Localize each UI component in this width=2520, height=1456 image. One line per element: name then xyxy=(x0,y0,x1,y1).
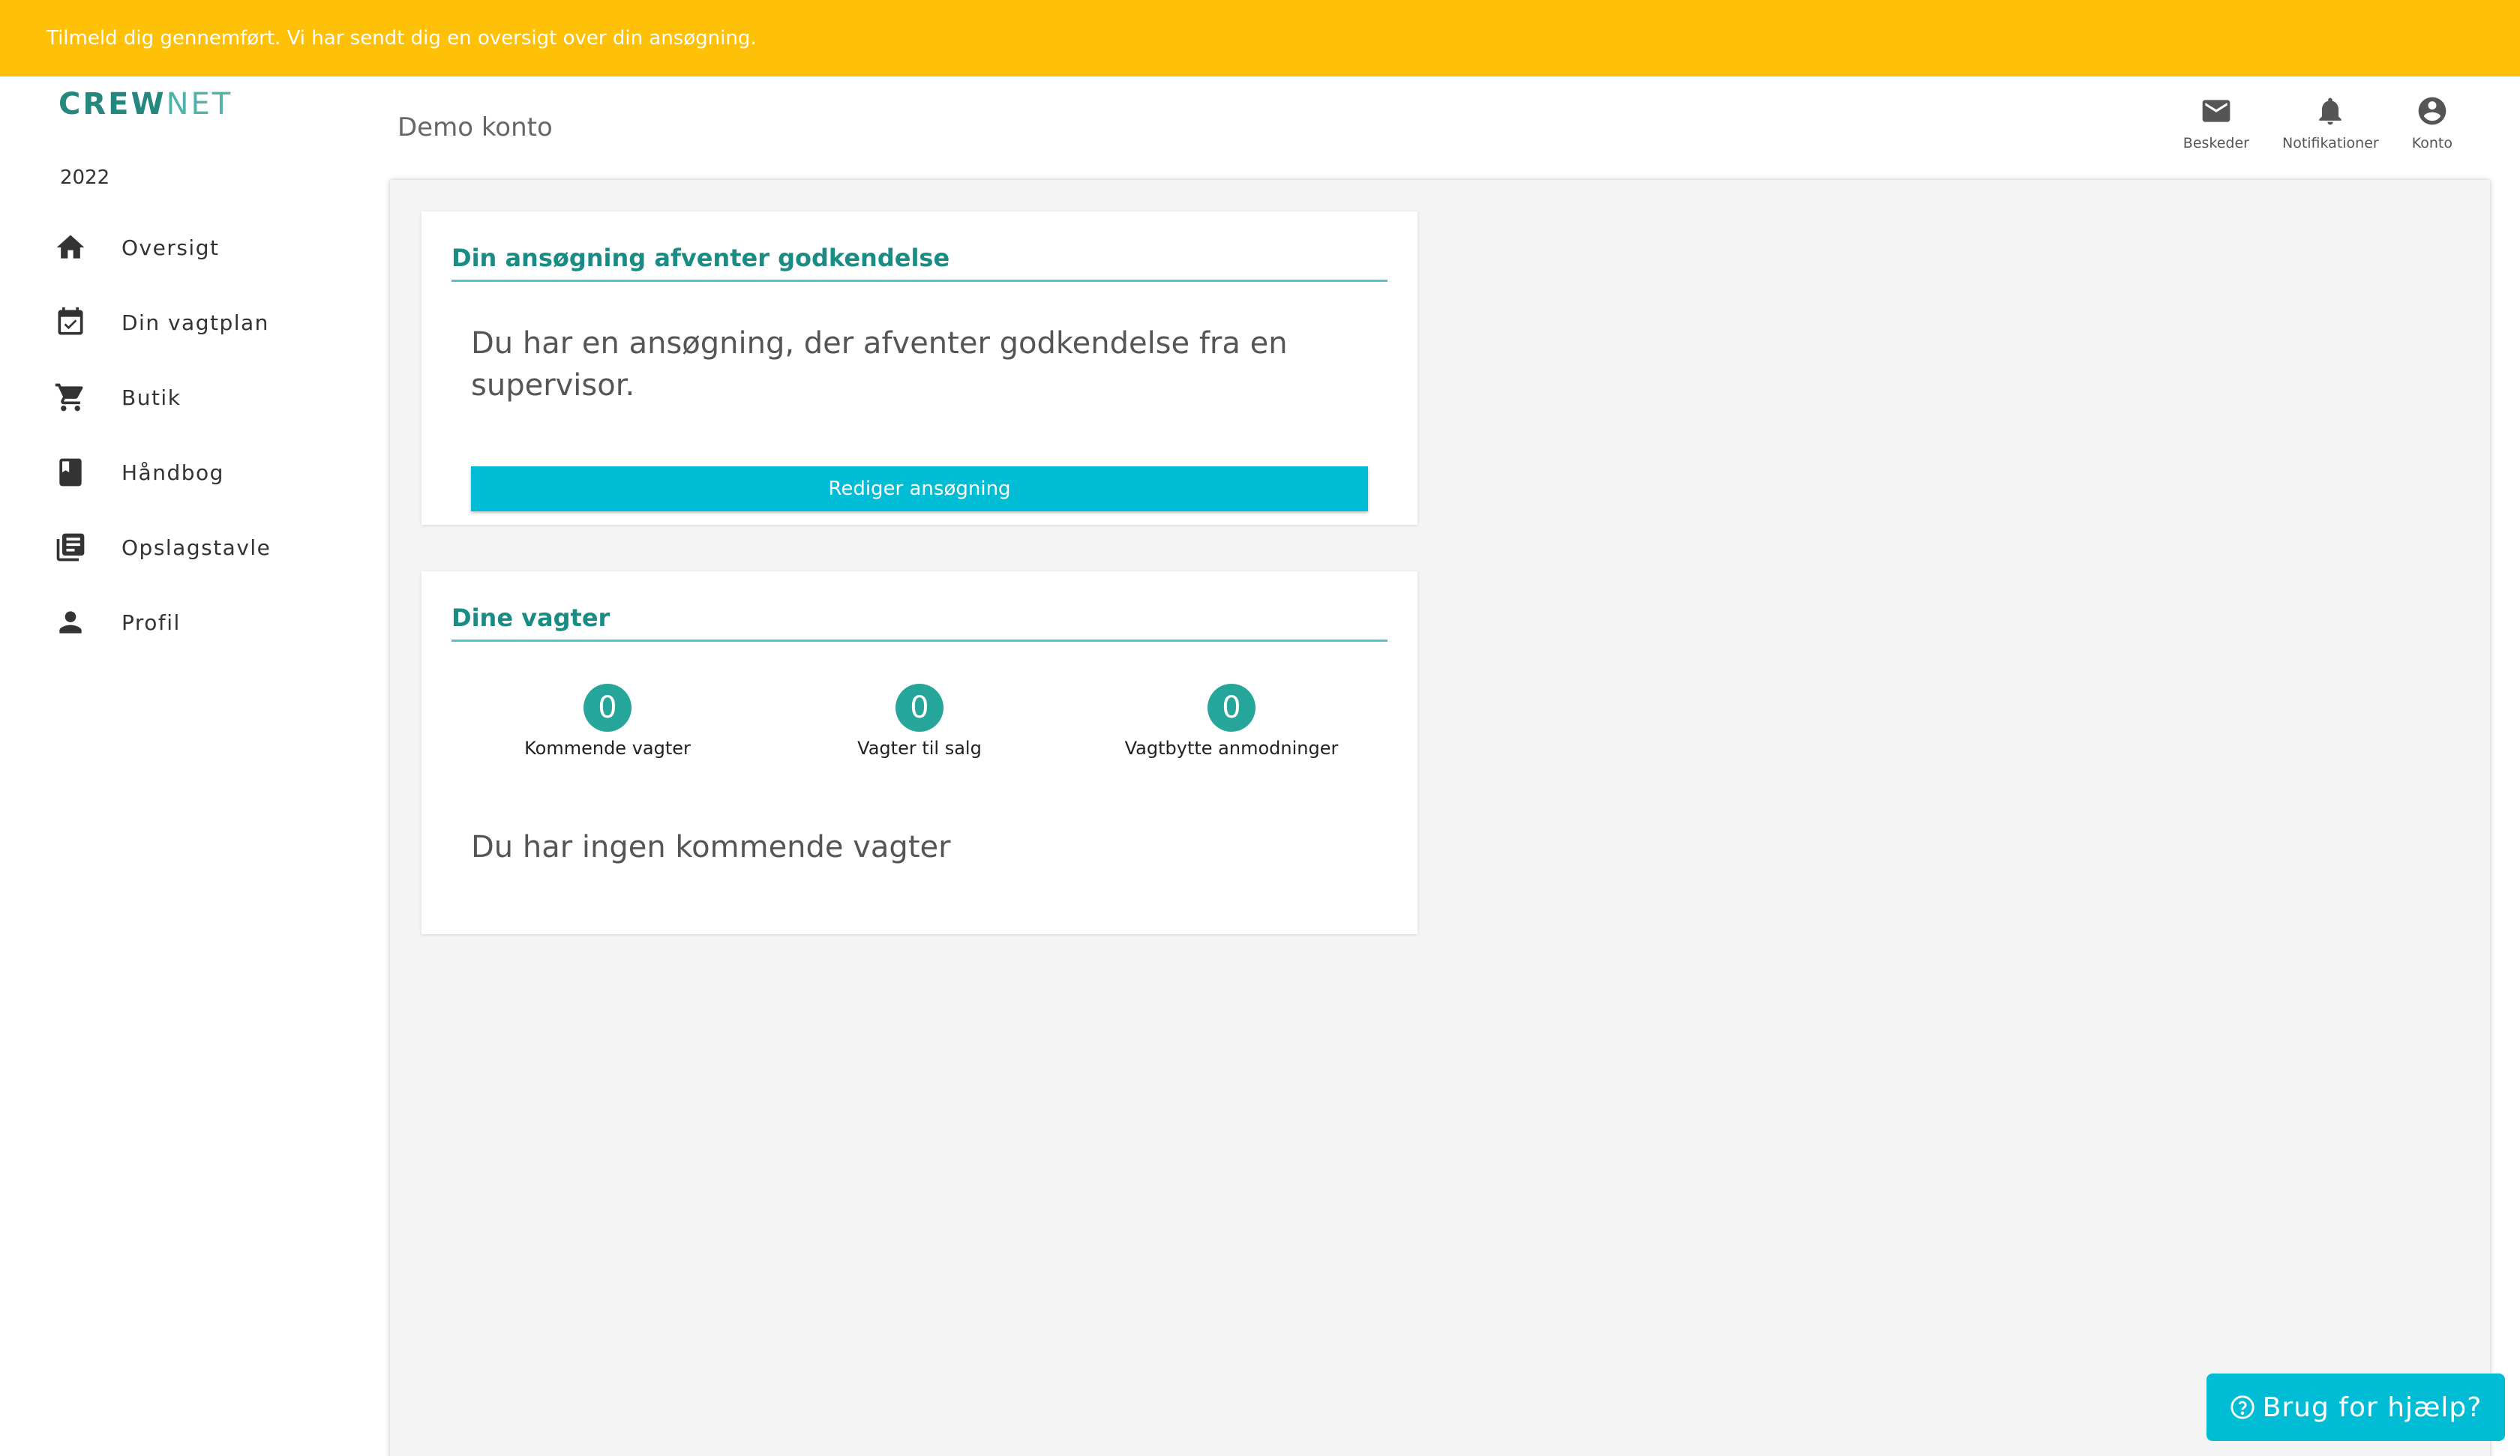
shift-stats: 0 Kommende vagter 0 Vagter til salg 0 Va… xyxy=(452,684,1388,759)
sidebar-item-handbog[interactable]: Håndbog xyxy=(52,435,352,510)
sidebar-item-opslagstavle[interactable]: Opslagstavle xyxy=(52,510,352,585)
sidebar-item-butik[interactable]: Butik xyxy=(52,360,352,435)
stat-shifts-for-sale[interactable]: 0 Vagter til salg xyxy=(764,684,1076,759)
application-card-title: Din ansøgning afventer godkendelse xyxy=(452,241,1388,282)
logo-part1: CREW xyxy=(58,87,166,121)
messages-button[interactable]: Beskeder xyxy=(2183,94,2249,151)
account-button[interactable]: Konto xyxy=(2412,94,2452,151)
crewnet-logo[interactable]: CREWNET xyxy=(58,87,232,121)
book-icon xyxy=(52,454,88,490)
stat-label: Vagtbytte anmodninger xyxy=(1124,738,1339,759)
help-button[interactable]: Brug for hjælp? xyxy=(2206,1374,2505,1441)
count-badge: 0 xyxy=(584,684,632,732)
sidebar-item-label: Din vagtplan xyxy=(122,310,269,335)
success-banner-text: Tilmeld dig gennemført. Vi har sendt dig… xyxy=(46,27,757,49)
page-title: Demo konto xyxy=(398,112,553,142)
messages-label: Beskeder xyxy=(2182,135,2249,151)
sidebar-item-label: Opslagstavle xyxy=(122,535,272,560)
stat-label: Kommende vagter xyxy=(524,738,691,759)
bell-icon xyxy=(2319,97,2342,125)
mail-icon xyxy=(2202,100,2230,122)
cart-icon xyxy=(52,379,88,415)
count-badge: 0 xyxy=(1208,684,1256,732)
stat-swap-requests[interactable]: 0 Vagtbytte anmodninger xyxy=(1076,684,1388,759)
stat-label: Vagter til salg xyxy=(857,738,982,759)
calendar-check-icon xyxy=(52,304,88,340)
count-badge: 0 xyxy=(896,684,944,732)
sidebar-item-oversigt[interactable]: Oversigt xyxy=(52,210,352,285)
help-button-label: Brug for hjælp? xyxy=(2262,1392,2482,1423)
edit-application-button[interactable]: Rediger ansøgning xyxy=(471,466,1368,511)
sidebar-item-din-vagtplan[interactable]: Din vagtplan xyxy=(52,285,352,360)
account-label: Konto xyxy=(2411,135,2452,151)
sidebar-item-label: Profil xyxy=(122,610,181,635)
notifications-button[interactable]: Notifikationer xyxy=(2282,94,2379,151)
bulletin-board-icon xyxy=(52,529,88,565)
help-circle-icon xyxy=(2230,1395,2254,1419)
season-year: 2022 xyxy=(60,166,110,189)
sidebar-item-label: Håndbog xyxy=(122,460,224,485)
account-circle-icon xyxy=(2418,97,2446,125)
sidebar-item-label: Butik xyxy=(122,385,182,410)
stat-upcoming-shifts[interactable]: 0 Kommende vagter xyxy=(452,684,764,759)
notifications-label: Notifikationer xyxy=(2282,135,2379,151)
no-shifts-text: Du har ingen kommende vagter xyxy=(471,830,951,864)
person-icon xyxy=(52,604,88,640)
application-status-card: Din ansøgning afventer godkendelse Du ha… xyxy=(422,211,1418,525)
header-actions: Beskeder Notifikationer Konto xyxy=(2150,94,2452,151)
sidebar-nav: Oversigt Din vagtplan Butik Håndbog Opsl… xyxy=(52,210,352,660)
sidebar-item-label: Oversigt xyxy=(122,235,220,260)
main-content: Din ansøgning afventer godkendelse Du ha… xyxy=(390,180,2490,1456)
shifts-card-title: Dine vagter xyxy=(452,601,1388,642)
success-banner: Tilmeld dig gennemført. Vi har sendt dig… xyxy=(0,0,2520,76)
shifts-card: Dine vagter 0 Kommende vagter 0 Vagter t… xyxy=(422,571,1418,934)
sidebar-item-profil[interactable]: Profil xyxy=(52,585,352,660)
home-icon xyxy=(52,229,88,265)
application-card-text: Du har en ansøgning, der afventer godken… xyxy=(471,326,1288,403)
logo-part2: NET xyxy=(166,87,233,121)
